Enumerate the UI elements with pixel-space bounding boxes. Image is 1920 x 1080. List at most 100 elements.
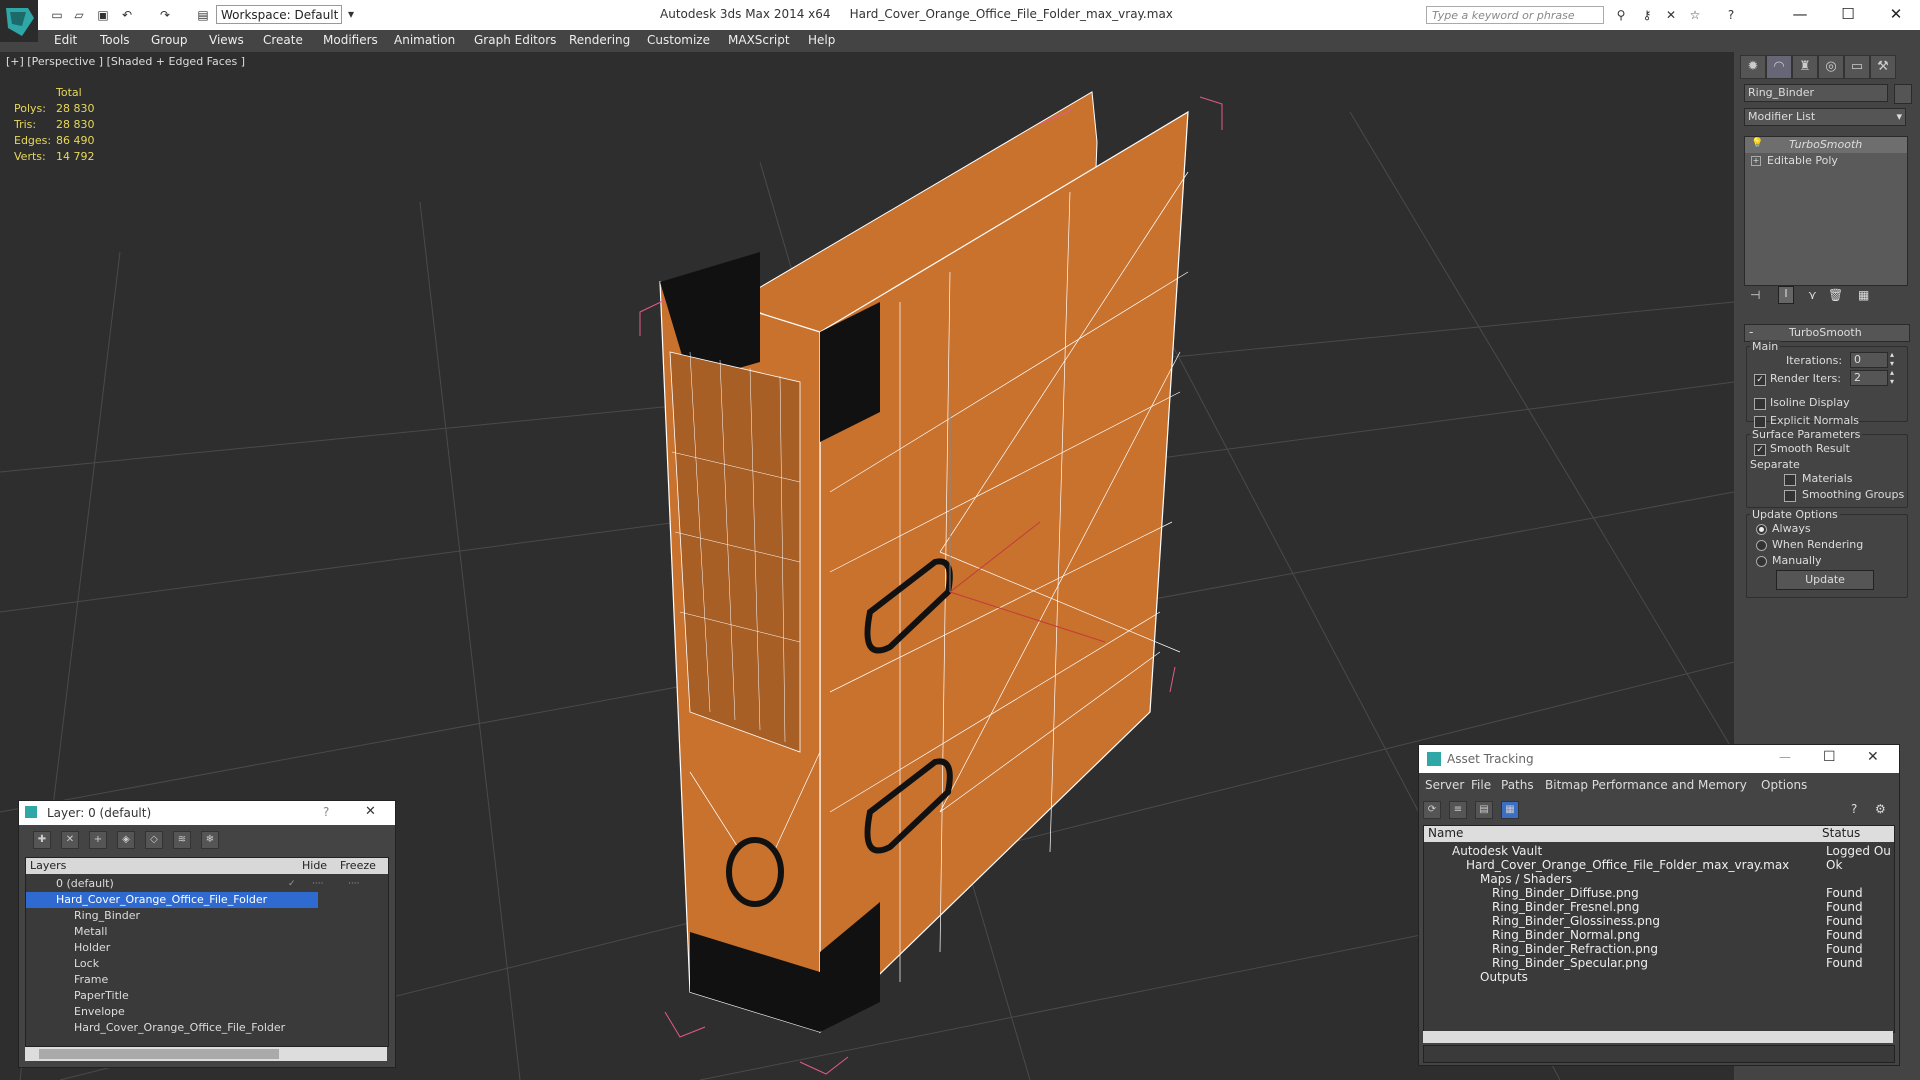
minimize-icon[interactable]: — xyxy=(1780,2,1820,26)
new-file-icon[interactable]: ▭ xyxy=(50,8,64,22)
horizontal-scrollbar[interactable] xyxy=(1423,1031,1893,1043)
menu-server[interactable]: Server xyxy=(1425,778,1464,792)
help-icon[interactable]: ? xyxy=(1724,8,1738,22)
display-tab-icon[interactable]: ▭ xyxy=(1844,55,1870,79)
delete-layer-icon[interactable]: ✕ xyxy=(61,831,79,849)
workspace-dropdown[interactable]: Workspace: Default xyxy=(216,5,342,24)
render-iters-spinner[interactable]: 2 xyxy=(1850,370,1888,386)
stack-item-turbosmooth[interactable]: 💡 TurboSmooth xyxy=(1745,137,1907,153)
search-input[interactable]: Type a keyword or phrase xyxy=(1426,6,1604,24)
object-name-input[interactable]: Ring_Binder xyxy=(1744,84,1888,102)
asset-row[interactable]: Outputs xyxy=(1428,969,1894,986)
menu-bitmap-performance[interactable]: Bitmap Performance and Memory xyxy=(1545,778,1747,792)
menu-graph-editors[interactable]: Graph Editors xyxy=(474,33,556,47)
create-tab-icon[interactable]: ✹ xyxy=(1740,55,1766,79)
col-freeze[interactable]: Freeze xyxy=(340,859,376,872)
materials-checkbox[interactable] xyxy=(1784,474,1796,486)
menu-create[interactable]: Create xyxy=(263,33,303,47)
app-logo[interactable] xyxy=(0,0,38,42)
menu-views[interactable]: Views xyxy=(209,33,244,47)
menu-options[interactable]: Options xyxy=(1761,778,1807,792)
manually-radio[interactable] xyxy=(1756,556,1767,567)
stack-item-editable-poly[interactable]: + Editable Poly xyxy=(1745,153,1907,169)
settings-icon[interactable]: ⚙ xyxy=(1875,802,1886,816)
redo-icon[interactable]: ↷ xyxy=(158,8,172,22)
close-icon[interactable]: ✕ xyxy=(1867,749,1879,765)
layer-window-titlebar[interactable]: Layer: 0 (default) ? ✕ xyxy=(19,801,395,825)
close-icon[interactable]: ✕ xyxy=(1876,2,1916,26)
spinner-arrows-icon[interactable]: ▴ ▾ xyxy=(1890,368,1894,386)
hide-all-layers-icon[interactable]: ≋ xyxy=(173,831,191,849)
motion-tab-icon[interactable]: ◎ xyxy=(1818,55,1844,79)
tree-view-icon[interactable]: ▤ xyxy=(1475,801,1493,819)
menu-maxscript[interactable]: MAXScript xyxy=(728,33,790,47)
always-radio[interactable] xyxy=(1756,524,1767,535)
maximize-icon[interactable]: ☐ xyxy=(1823,749,1836,765)
open-file-icon[interactable]: ▱ xyxy=(72,8,86,22)
layer-row[interactable]: Envelope xyxy=(26,1004,428,1020)
remove-modifier-icon[interactable]: 🗑 xyxy=(1828,288,1843,302)
layer-row[interactable]: 0 (default) ✓ ···· ···· xyxy=(26,876,410,892)
save-icon[interactable]: ▣ xyxy=(96,8,110,22)
undo-icon[interactable]: ↶ xyxy=(120,8,134,22)
menu-rendering[interactable]: Rendering xyxy=(569,33,630,47)
menu-group[interactable]: Group xyxy=(151,33,188,47)
project-folder-icon[interactable]: ▤ xyxy=(196,8,210,22)
menu-modifiers[interactable]: Modifiers xyxy=(323,33,378,47)
star-icon[interactable]: ☆ xyxy=(1688,8,1702,22)
object-color-swatch[interactable] xyxy=(1894,84,1912,104)
col-status[interactable]: Status xyxy=(1822,826,1860,840)
col-layers[interactable]: Layers xyxy=(30,859,66,872)
iterations-spinner[interactable]: 0 xyxy=(1850,352,1888,368)
menu-paths[interactable]: Paths xyxy=(1501,778,1534,792)
layer-row[interactable]: Hard_Cover_Orange_Office_File_Folder xyxy=(26,1020,428,1036)
help-icon[interactable]: ? xyxy=(323,805,329,819)
freeze-all-layers-icon[interactable]: ❄ xyxy=(201,831,219,849)
add-to-layer-icon[interactable]: + xyxy=(89,831,107,849)
lightbulb-icon[interactable]: 💡 xyxy=(1751,138,1763,149)
modifier-list-dropdown[interactable]: Modifier List ▾ xyxy=(1744,108,1906,126)
show-end-result-icon[interactable]: I xyxy=(1778,286,1794,304)
col-hide[interactable]: Hide xyxy=(302,859,327,872)
asset-window-titlebar[interactable]: Asset Tracking — ☐ ✕ xyxy=(1419,745,1899,773)
when-rendering-radio[interactable] xyxy=(1756,540,1767,551)
layer-row[interactable]: Frame xyxy=(26,972,428,988)
menu-animation[interactable]: Animation xyxy=(394,33,455,47)
viewport-label[interactable]: [+] [Perspective ] [Shaded + Edged Faces… xyxy=(6,55,245,68)
maximize-icon[interactable]: ☐ xyxy=(1828,2,1868,26)
smoothing-groups-checkbox[interactable] xyxy=(1784,490,1796,502)
tools-icon[interactable]: ✕ xyxy=(1664,8,1678,22)
select-in-layer-icon[interactable]: ◈ xyxy=(117,831,135,849)
render-iters-checkbox[interactable]: ✓ xyxy=(1754,374,1766,386)
table-view-icon[interactable]: ▦ xyxy=(1501,801,1519,819)
isoline-checkbox[interactable] xyxy=(1754,398,1766,410)
menu-file[interactable]: File xyxy=(1471,778,1491,792)
explicit-normals-checkbox[interactable] xyxy=(1754,416,1766,428)
refresh-icon[interactable]: ⟳ xyxy=(1423,801,1441,819)
spinner-arrows-icon[interactable]: ▴ ▾ xyxy=(1890,350,1894,368)
list-view-icon[interactable]: ≡ xyxy=(1449,801,1467,819)
menu-help[interactable]: Help xyxy=(808,33,835,47)
minimize-icon[interactable]: — xyxy=(1779,750,1791,764)
help-icon[interactable]: ? xyxy=(1851,802,1857,816)
binoculars-icon[interactable]: ⚲ xyxy=(1614,8,1628,22)
layer-row[interactable]: Metall xyxy=(26,924,428,940)
modify-tab-icon[interactable]: ◠ xyxy=(1766,55,1792,79)
smooth-result-checkbox[interactable]: ✓ xyxy=(1754,444,1766,456)
horizontal-scrollbar[interactable] xyxy=(25,1047,387,1061)
col-name[interactable]: Name xyxy=(1428,826,1463,840)
hierarchy-tab-icon[interactable]: ♜ xyxy=(1792,55,1818,79)
configure-sets-icon[interactable]: ▦ xyxy=(1858,288,1869,302)
close-icon[interactable]: ✕ xyxy=(365,804,376,819)
new-layer-icon[interactable]: ✚ xyxy=(33,831,51,849)
utilities-tab-icon[interactable]: ⚒ xyxy=(1870,55,1896,79)
pin-stack-icon[interactable]: ⊣ xyxy=(1750,288,1760,302)
scrollbar-thumb[interactable] xyxy=(39,1049,279,1059)
menu-edit[interactable]: Edit xyxy=(54,33,77,47)
menu-customize[interactable]: Customize xyxy=(647,33,710,47)
layer-row[interactable]: Lock xyxy=(26,956,428,972)
update-button[interactable]: Update xyxy=(1776,570,1874,590)
chevron-down-icon[interactable]: ▾ xyxy=(344,7,358,21)
layer-row[interactable]: Holder xyxy=(26,940,428,956)
key-icon[interactable]: ⚷ xyxy=(1640,8,1654,22)
